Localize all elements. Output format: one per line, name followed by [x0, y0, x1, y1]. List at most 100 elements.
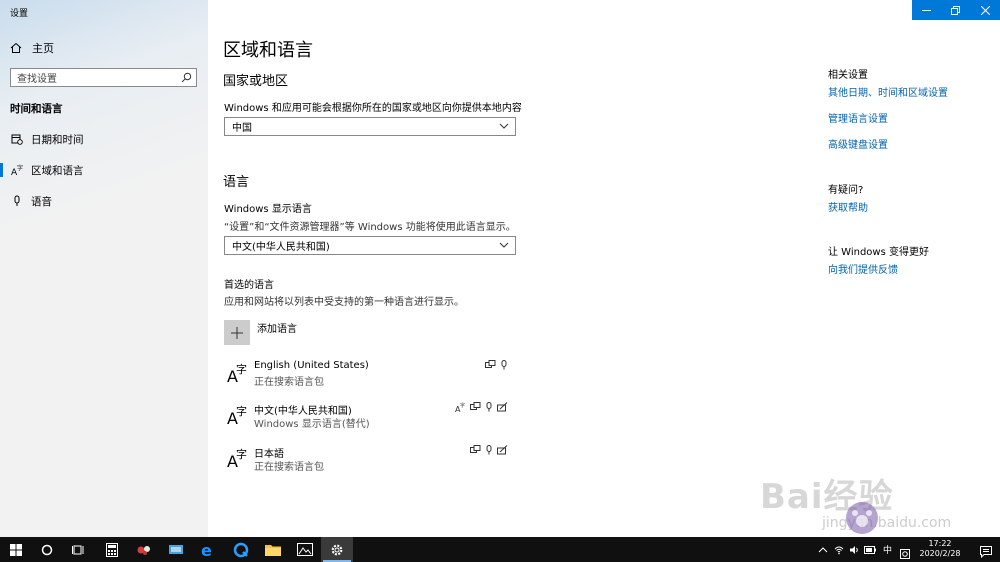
- taskbar-app-game[interactable]: [128, 537, 160, 562]
- ime-indicator[interactable]: 中: [883, 543, 892, 556]
- taskbar-clock[interactable]: 17:22 2020/2/28: [915, 539, 965, 559]
- close-button[interactable]: [971, 0, 1000, 20]
- language-capabilities: [485, 360, 508, 370]
- taskbar-photos[interactable]: [289, 537, 321, 562]
- home-label: 主页: [32, 42, 54, 55]
- link-other-date-time-region[interactable]: 其他日期、时间和区域设置: [828, 84, 948, 99]
- language-item-english[interactable]: A字 English (United States) 正在搜索语言包: [224, 358, 514, 390]
- taskbar: e 中 17:22 2020/2/28: [0, 537, 1000, 562]
- taskbar-settings[interactable]: [321, 537, 353, 562]
- svg-text:e: e: [201, 542, 212, 558]
- region-heading: 国家或地区: [223, 74, 289, 89]
- sidebar-item-label: 日期和时间: [31, 133, 84, 146]
- language-icon: A字: [227, 404, 247, 426]
- remote-desktop-icon: [169, 544, 183, 554]
- region-selected: 中国: [232, 123, 252, 134]
- display-language-selected: 中文(中华人民共和国): [232, 242, 330, 253]
- add-language-label: 添加语言: [257, 324, 297, 335]
- language-icon: A字: [227, 362, 247, 384]
- wifi-icon[interactable]: [834, 545, 844, 555]
- action-center-button[interactable]: [980, 543, 992, 562]
- display-language-desc: “设置”和“文件资源管理器”等 Windows 功能将使用此语言显示。: [224, 222, 516, 233]
- task-view-button[interactable]: [62, 537, 94, 562]
- minimize-button[interactable]: [912, 0, 941, 20]
- task-view-icon: [71, 545, 83, 554]
- windows-logo-icon: [10, 543, 22, 556]
- language-status: Windows 显示语言(替代): [254, 419, 370, 430]
- add-language-button[interactable]: 添加语言: [224, 319, 297, 345]
- restore-button[interactable]: [941, 0, 970, 20]
- gear-icon: [331, 544, 343, 555]
- microphone-icon: [501, 360, 507, 370]
- svg-text:字: 字: [460, 402, 465, 409]
- svg-text:字: 字: [236, 362, 247, 376]
- svg-text:字: 字: [236, 447, 247, 461]
- display-language-dropdown[interactable]: 中文(中华人民共和国): [224, 236, 516, 255]
- sidebar-item-speech[interactable]: 语音: [0, 190, 208, 212]
- feedback-heading: 让 Windows 变得更好: [828, 247, 929, 258]
- microphone-icon: [486, 445, 492, 455]
- language-status: 正在搜索语言包: [254, 377, 324, 388]
- home-button[interactable]: 主页: [10, 40, 54, 56]
- home-icon: [10, 42, 24, 54]
- sidebar-item-date-time[interactable]: 日期和时间: [0, 128, 208, 150]
- taskbar-calculator[interactable]: [96, 537, 128, 562]
- language-item-japanese[interactable]: A字 日本語 正在搜索语言包: [224, 443, 514, 475]
- search-input[interactable]: 查找设置: [10, 68, 197, 87]
- link-manage-language[interactable]: 管理语言设置: [828, 110, 888, 125]
- edge-icon: e: [201, 542, 212, 558]
- chevron-up-icon[interactable]: [818, 546, 828, 554]
- display-icon: [470, 402, 481, 410]
- region-dropdown[interactable]: 中国: [224, 117, 516, 136]
- link-get-help[interactable]: 获取帮助: [828, 199, 868, 214]
- language-icon: A字: [455, 402, 465, 412]
- browser-q-icon: [233, 542, 249, 557]
- page-title: 区域和语言: [223, 40, 313, 61]
- handwriting-icon: [497, 445, 508, 455]
- sidebar-item-region-language[interactable]: A字 区域和语言: [0, 159, 208, 181]
- language-icon: A字: [227, 447, 247, 469]
- folder-icon: [265, 545, 281, 556]
- preferred-language-desc: 应用和网站将以列表中受支持的第一种语言进行显示。: [224, 297, 464, 308]
- related-settings-heading: 相关设置: [828, 70, 868, 81]
- sidebar-item-label: 区域和语言: [31, 164, 84, 177]
- link-advanced-keyboard[interactable]: 高级键盘设置: [828, 136, 888, 151]
- language-capabilities: [470, 445, 508, 455]
- cortana-circle-icon: [41, 544, 53, 555]
- watermark: Bai经验 jingyan.baidu.com: [760, 455, 960, 537]
- help-heading: 有疑问?: [828, 185, 864, 196]
- minimize-icon: [922, 9, 932, 11]
- microphone-icon: [10, 195, 24, 207]
- taskbar-file-explorer[interactable]: [257, 537, 289, 562]
- watermark-url: jingyan.baidu.com: [822, 515, 952, 531]
- battery-icon[interactable]: [864, 545, 876, 554]
- clock-date: 2020/2/28: [919, 549, 961, 558]
- language-icon: A字: [10, 164, 24, 176]
- game-app-icon: [137, 545, 150, 555]
- language-heading: 语言: [223, 175, 250, 190]
- baidu-paw-icon: [846, 502, 878, 534]
- handwriting-icon: [497, 402, 508, 412]
- link-give-feedback[interactable]: 向我们提供反馈: [828, 261, 898, 276]
- taskbar-edge[interactable]: e: [192, 537, 224, 562]
- taskbar-app-remote[interactable]: [160, 537, 192, 562]
- plus-icon: [224, 320, 250, 345]
- display-icon: [485, 360, 496, 368]
- start-button[interactable]: [0, 537, 32, 562]
- volume-icon[interactable]: [849, 545, 859, 555]
- sidebar: 设置 主页 查找设置 时间和语言 日期和时间 A字 区域和语言 语音: [0, 0, 208, 537]
- app-title: 设置: [10, 9, 29, 19]
- preferred-language-label: 首选的语言: [224, 280, 274, 291]
- language-status: 正在搜索语言包: [254, 462, 324, 473]
- chevron-down-icon: [499, 121, 509, 134]
- system-tray: [818, 537, 882, 562]
- cortana-button[interactable]: [31, 537, 63, 562]
- ime-mode-button[interactable]: [900, 544, 910, 562]
- language-item-chinese[interactable]: A字 中文(中华人民共和国) Windows 显示语言(替代) A字: [224, 400, 514, 432]
- display-icon: [470, 445, 481, 453]
- calendar-clock-icon: [10, 133, 24, 145]
- search-icon: [181, 72, 192, 86]
- taskbar-browser-q[interactable]: [225, 537, 257, 562]
- notification-icon: [980, 546, 992, 559]
- search-placeholder: 查找设置: [17, 74, 57, 85]
